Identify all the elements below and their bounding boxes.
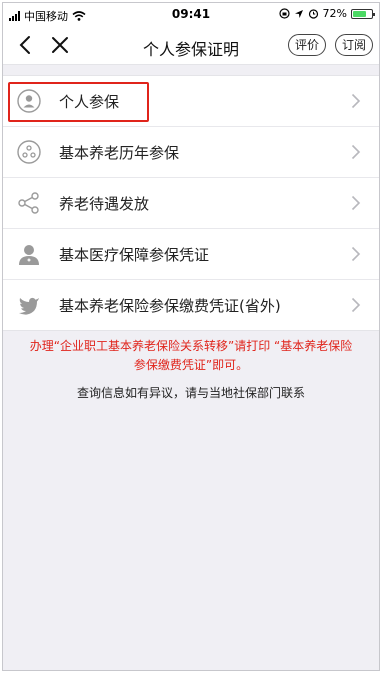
share-icon bbox=[18, 192, 39, 214]
notice-line-1: 办理“企业职工基本养老保险关系转移”请打印 “基本养老保险 bbox=[29, 339, 353, 353]
chevron-right-icon bbox=[351, 195, 361, 211]
notice-line-2: 参保缴费凭证”即可。 bbox=[133, 358, 249, 372]
phone-screen: 中国移动 09:41 72% 个人参保证明 评价 订阅 个人参保 基本养老历年参… bbox=[2, 2, 380, 671]
nav-bar: 个人参保证明 评价 订阅 bbox=[3, 27, 379, 65]
alarm-icon bbox=[308, 9, 318, 19]
menu-item-label: 基本医疗保障参保凭证 bbox=[59, 246, 210, 264]
bird-icon bbox=[19, 297, 39, 315]
close-icon[interactable] bbox=[49, 34, 71, 56]
menu-item-pension-payment-certificate[interactable]: 基本养老保险参保缴费凭证(省外) bbox=[3, 280, 379, 330]
status-right: 72% bbox=[278, 7, 375, 20]
battery-percent: 72% bbox=[322, 7, 347, 20]
chevron-right-icon bbox=[351, 93, 361, 109]
rotation-lock-icon bbox=[278, 8, 290, 19]
chevron-right-icon bbox=[351, 297, 361, 313]
chevron-right-icon bbox=[351, 246, 361, 262]
menu-item-label: 养老待遇发放 bbox=[59, 195, 150, 213]
battery-fill bbox=[353, 10, 366, 17]
status-bar: 中国移动 09:41 72% bbox=[3, 3, 379, 27]
subscribe-button[interactable]: 订阅 bbox=[335, 34, 374, 56]
chevron-right-icon bbox=[351, 144, 361, 160]
menu-item-personal-insurance[interactable]: 个人参保 bbox=[3, 76, 379, 127]
back-icon[interactable] bbox=[15, 34, 37, 56]
pension-history-icon bbox=[17, 140, 41, 164]
menu-list: 个人参保 基本养老历年参保 养老待遇发放 基本医疗保障参保凭证 基本养老保险参保… bbox=[3, 75, 379, 331]
menu-item-label: 基本养老历年参保 bbox=[59, 144, 180, 162]
doctor-icon bbox=[19, 245, 39, 265]
menu-item-pension-payout[interactable]: 养老待遇发放 bbox=[3, 178, 379, 229]
battery-icon bbox=[351, 8, 375, 19]
rate-button[interactable]: 评价 bbox=[288, 34, 327, 56]
menu-item-label: 基本养老保险参保缴费凭证(省外) bbox=[59, 297, 281, 315]
highlight-box bbox=[8, 82, 149, 122]
menu-item-pension-history[interactable]: 基本养老历年参保 bbox=[3, 127, 379, 178]
transfer-notice: 办理“企业职工基本养老保险关系转移”请打印 “基本养老保险 参保缴费凭证”即可。 bbox=[17, 337, 365, 375]
location-icon bbox=[294, 9, 303, 18]
contact-info: 查询信息如有异议，请与当地社保部门联系 bbox=[76, 386, 305, 400]
menu-item-medical-certificate[interactable]: 基本医疗保障参保凭证 bbox=[3, 229, 379, 280]
